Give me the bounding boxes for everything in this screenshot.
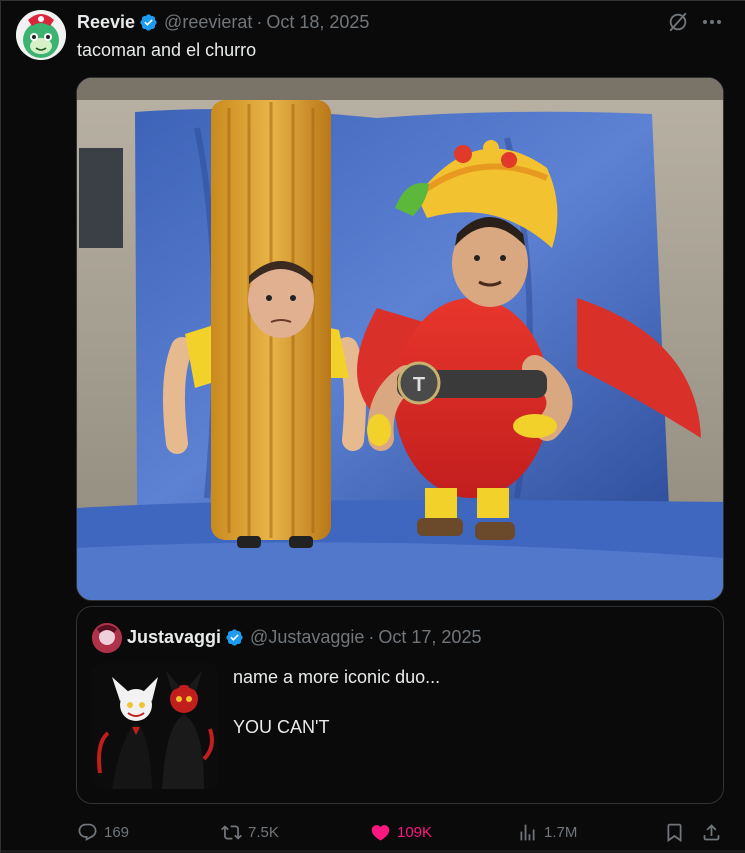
heart-icon bbox=[371, 824, 390, 841]
reply-count: 169 bbox=[104, 823, 130, 841]
quoted-date[interactable]: Oct 17, 2025 bbox=[378, 627, 481, 648]
views-count: 1.7M bbox=[544, 823, 578, 841]
tweet-header: Reevie @reevierat · Oct 18, 2025 bbox=[77, 11, 369, 33]
quoted-author-avatar[interactable] bbox=[92, 623, 122, 653]
share-icon bbox=[703, 823, 720, 840]
tweet-date[interactable]: Oct 18, 2025 bbox=[266, 12, 369, 33]
views-icon bbox=[520, 824, 535, 840]
quoted-tweet[interactable]: Justavaggi @Justavaggie · Oct 17, 2025 n… bbox=[76, 606, 724, 804]
separator-dot: · bbox=[368, 626, 375, 647]
repost-count: 7.5K bbox=[248, 823, 279, 841]
bookmark-icon bbox=[667, 823, 682, 842]
share-button[interactable] bbox=[701, 818, 722, 846]
svg-text:T: T bbox=[413, 374, 425, 396]
top-divider bbox=[1, 0, 745, 1]
tweet-image[interactable]: T bbox=[76, 77, 724, 601]
quoted-display-name[interactable]: Justavaggi bbox=[127, 627, 221, 648]
separator-dot: · bbox=[256, 11, 263, 32]
author-display-name[interactable]: Reevie bbox=[77, 12, 135, 33]
verified-badge-icon bbox=[226, 628, 243, 646]
quoted-image[interactable] bbox=[92, 663, 219, 789]
reply-icon bbox=[78, 823, 97, 841]
tweet-card[interactable]: Reevie @reevierat · Oct 18, 2025 tacoman… bbox=[0, 0, 745, 853]
verified-badge-icon bbox=[140, 13, 157, 31]
bookmark-button[interactable] bbox=[664, 818, 685, 846]
quoted-handle[interactable]: @Justavaggie bbox=[250, 627, 364, 648]
like-button[interactable]: 109K bbox=[370, 818, 432, 846]
reply-button[interactable]: 169 bbox=[77, 818, 129, 846]
quoted-text: name a more iconic duo... YOU CAN'T bbox=[233, 665, 693, 739]
repost-button[interactable]: 7.5K bbox=[221, 818, 279, 846]
repost-icon bbox=[221, 824, 242, 840]
quoted-text-line-2: YOU CAN'T bbox=[233, 717, 330, 737]
quoted-text-line-1: name a more iconic duo... bbox=[233, 667, 441, 687]
tweet-text: tacoman and el churro bbox=[77, 40, 257, 60]
more-icon[interactable] bbox=[701, 13, 723, 31]
author-avatar[interactable] bbox=[16, 10, 66, 60]
quoted-text-spacer bbox=[233, 689, 693, 715]
quoted-header: Justavaggi @Justavaggie · Oct 17, 2025 bbox=[127, 626, 481, 648]
like-count: 109K bbox=[397, 823, 433, 841]
action-bar: 169 7.5K 109K 1.7M bbox=[1, 818, 745, 846]
grok-icon[interactable] bbox=[667, 11, 689, 33]
views-button[interactable]: 1.7M bbox=[517, 818, 577, 846]
author-handle[interactable]: @reevierat bbox=[164, 12, 252, 33]
